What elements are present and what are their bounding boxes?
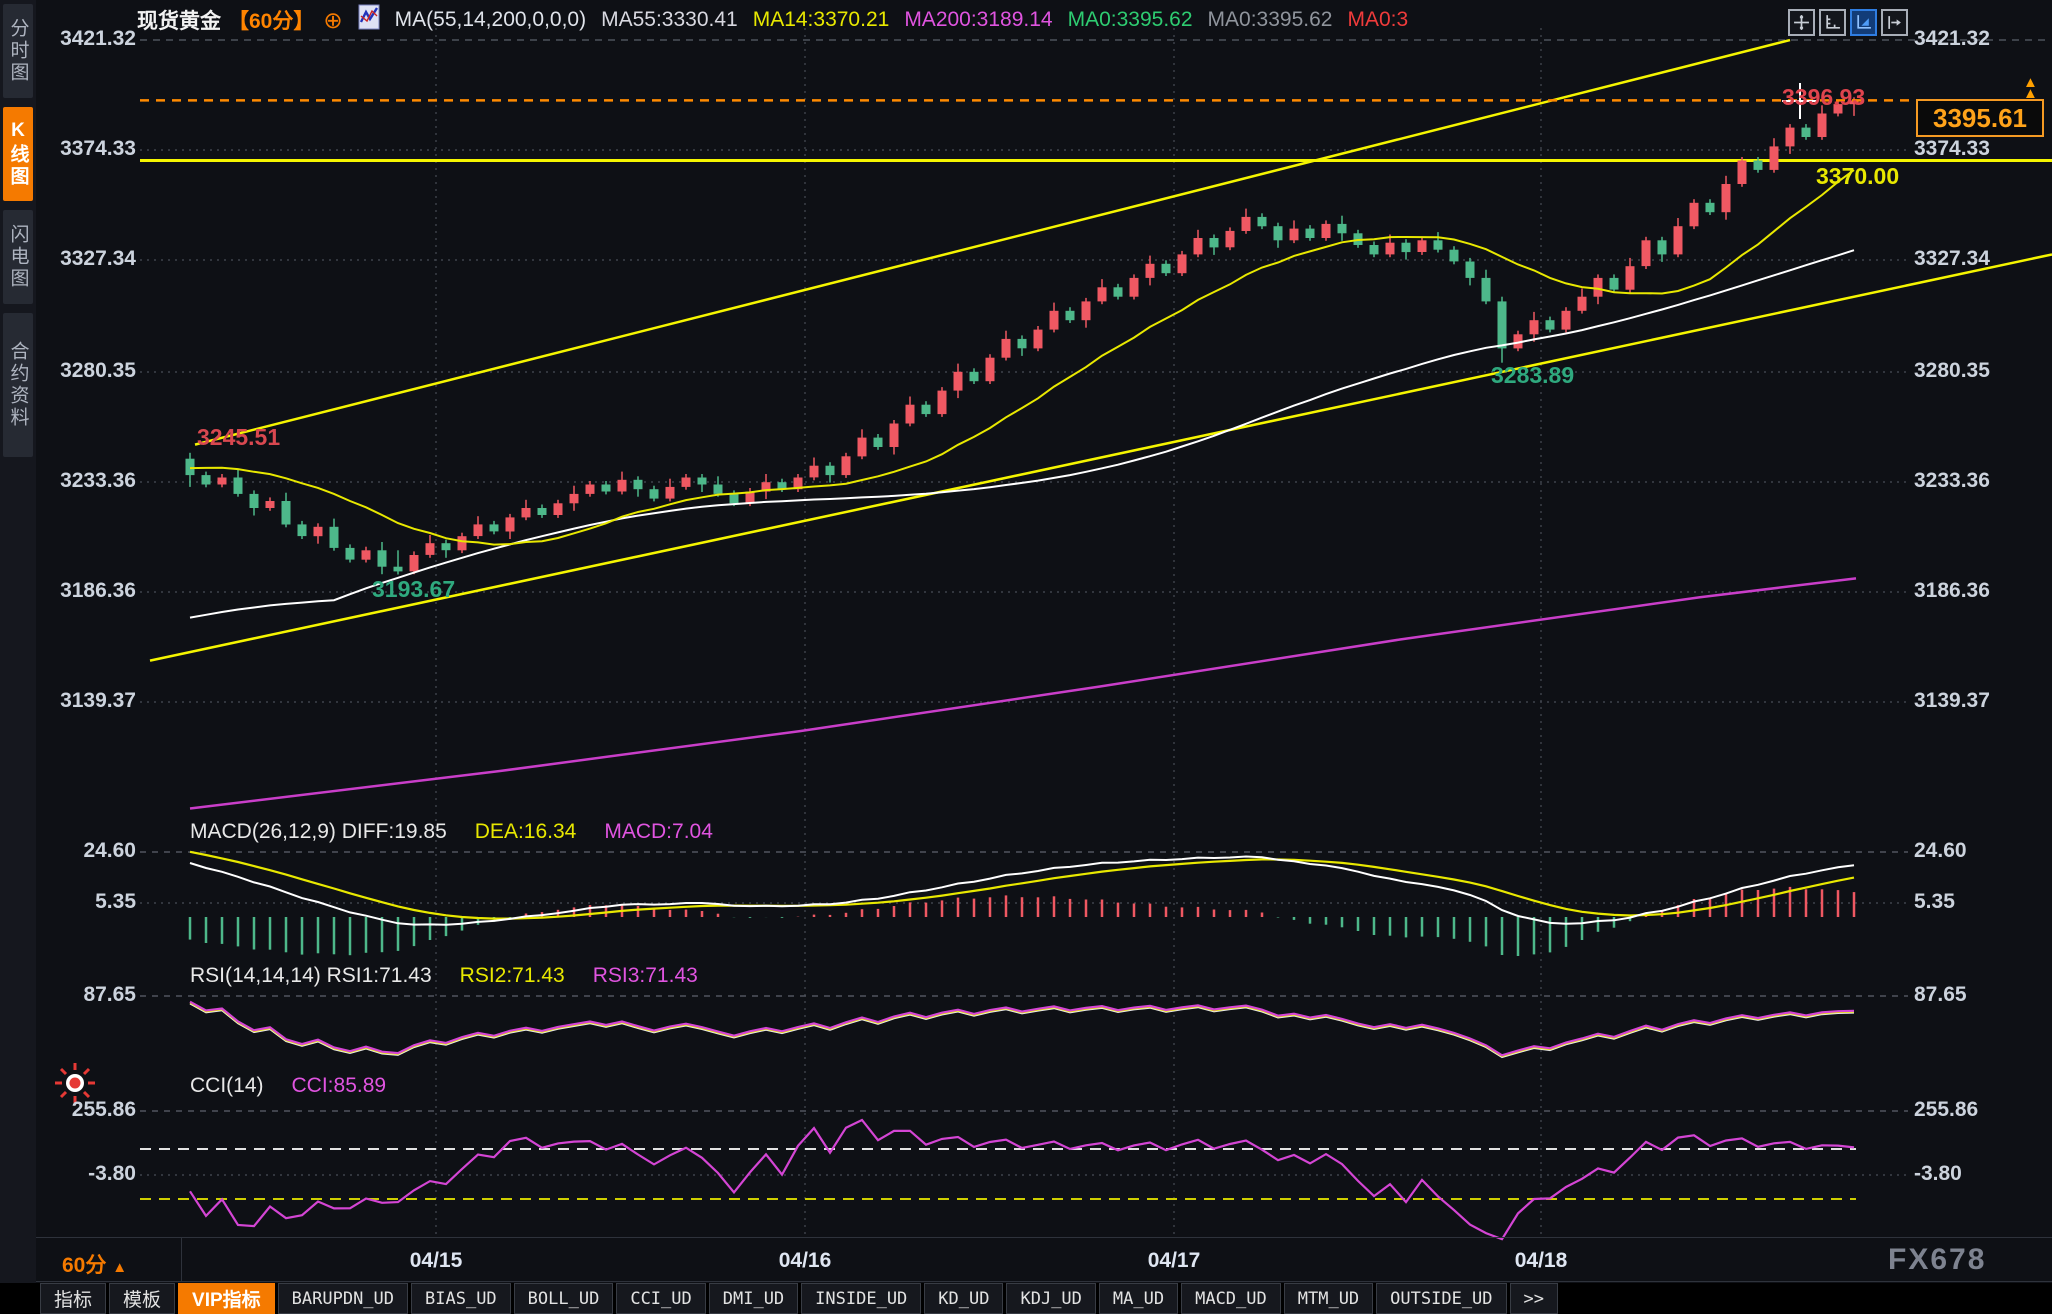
tab-indicators[interactable]: 指标 <box>40 1283 106 1314</box>
rsi-title: RSI(14,14,14) RSI1:71.43 <box>190 964 432 988</box>
axis-label: 3421.32 <box>38 27 136 51</box>
ma14-value: MA14:3370.21 <box>753 8 890 32</box>
axis-label: 3327.34 <box>1914 247 2034 271</box>
tab-templates[interactable]: 模板 <box>109 1283 175 1314</box>
axis-scale-icon[interactable] <box>1819 9 1846 36</box>
tab-kdj-ud[interactable]: KDJ_UD <box>1006 1283 1095 1314</box>
axis-label: 255.86 <box>38 1098 136 1122</box>
axis-label: 3186.36 <box>1914 579 2034 603</box>
tab-mtm-ud[interactable]: MTM_UD <box>1284 1283 1373 1314</box>
sidebar-item-label: K线图 <box>5 120 32 188</box>
axis-label: 3139.37 <box>1914 689 2034 713</box>
swing-low-bottom-label: 3193.67 <box>372 576 455 603</box>
macd-macd-value: MACD:7.04 <box>604 820 713 844</box>
axis-label: -3.80 <box>1914 1162 2034 1186</box>
axis-label: 3139.37 <box>38 689 136 713</box>
trading-app: 分时图 K线图 闪电图 合约资料 现货黄金 【60分】 ⊕ MA(55,14,2… <box>0 0 2052 1314</box>
date-label: 04/16 <box>760 1249 850 1273</box>
axis-label: 87.65 <box>1914 983 2034 1007</box>
tab-dmi-ud[interactable]: DMI_UD <box>709 1283 798 1314</box>
current-price-box: 3395.61 <box>1916 99 2044 137</box>
tab-kd-ud[interactable]: KD_UD <box>924 1283 1003 1314</box>
axis-label: 24.60 <box>1914 839 2034 863</box>
tab-more[interactable]: >> <box>1510 1283 1558 1314</box>
tab-ma-ud[interactable]: MA_UD <box>1099 1283 1178 1314</box>
ma0-value-gray: MA0:3395.62 <box>1208 8 1333 32</box>
sidebar-item-label: 分时图 <box>5 18 32 84</box>
macd-title: MACD(26,12,9) DIFF:19.85 <box>190 820 447 844</box>
tab-inside-ud[interactable]: INSIDE_UD <box>801 1283 921 1314</box>
axis-label: 3233.36 <box>38 469 136 493</box>
axis-label: 5.35 <box>1914 890 2034 914</box>
sidebar: 分时图 K线图 闪电图 合约资料 <box>0 0 36 1283</box>
axis-label: 3374.33 <box>1914 137 2034 161</box>
ma0-value-red: MA0:3 <box>1347 8 1408 32</box>
add-symbol-icon[interactable]: ⊕ <box>323 7 342 34</box>
tab-macd-ud[interactable]: MACD_UD <box>1181 1283 1281 1314</box>
symbol-title: 现货黄金 <box>137 5 221 35</box>
sidebar-item-label: 合约资料 <box>5 341 32 429</box>
sidebar-item-label: 闪电图 <box>5 224 32 290</box>
axis-label: 3186.36 <box>38 579 136 603</box>
axis-label: 87.65 <box>38 983 136 1007</box>
chart-canvas[interactable] <box>0 0 2052 1314</box>
tab-cci-ud[interactable]: CCI_UD <box>616 1283 705 1314</box>
chart-type-icon[interactable] <box>358 4 380 36</box>
axis-label: -3.80 <box>38 1162 136 1186</box>
swing-low-right-label: 3283.89 <box>1491 362 1574 389</box>
axis-label: 3374.33 <box>38 137 136 161</box>
sidebar-item-lightning-chart[interactable]: 闪电图 <box>3 210 33 304</box>
level-3370-label: 3370.00 <box>1816 163 1899 190</box>
swing-low-left-label: 3245.51 <box>197 424 280 451</box>
date-label: 04/18 <box>1496 1249 1586 1273</box>
date-label: 04/15 <box>391 1249 481 1273</box>
price-up-arrows-icon: ▲ ▲ <box>2023 77 2038 99</box>
date-label: 04/17 <box>1129 1249 1219 1273</box>
axis-label: 3280.35 <box>1914 359 2034 383</box>
tab-bias-ud[interactable]: BIAS_UD <box>411 1283 511 1314</box>
tab-barupdn-ud[interactable]: BARUPDN_UD <box>278 1283 408 1314</box>
period-dropdown-icon: ▲ <box>112 1259 127 1276</box>
axis-label: 3280.35 <box>38 359 136 383</box>
ma-settings-label[interactable]: MA(55,14,200,0,0,0) <box>395 8 586 32</box>
axis-label: 3421.32 <box>1914 27 2034 51</box>
axis-label: 255.86 <box>1914 1098 2034 1122</box>
sidebar-item-contract-info[interactable]: 合约资料 <box>3 313 33 457</box>
macd-dea-value: DEA:16.34 <box>475 820 577 844</box>
ma55-value: MA55:3330.41 <box>601 8 738 32</box>
ma0-value-green: MA0:3395.62 <box>1068 8 1193 32</box>
axis-label: 3233.36 <box>1914 469 2034 493</box>
ma200-value: MA200:3189.14 <box>904 8 1052 32</box>
current-price-value: 3395.61 <box>1933 103 2027 134</box>
tab-boll-ud[interactable]: BOLL_UD <box>514 1283 614 1314</box>
axis-label: 24.60 <box>38 839 136 863</box>
timeframe-label[interactable]: 【60分】 <box>228 5 314 35</box>
cci-value: CCI:85.89 <box>292 1074 387 1098</box>
auto-fit-icon[interactable] <box>1850 9 1877 36</box>
sidebar-item-time-chart[interactable]: 分时图 <box>3 4 33 98</box>
tab-outside-ud[interactable]: OUTSIDE_UD <box>1376 1283 1506 1314</box>
time-axis[interactable] <box>36 1237 2052 1282</box>
rsi-label-row: RSI(14,14,14) RSI1:71.43 RSI2:71.43 RSI3… <box>190 964 698 988</box>
chart-toolbar <box>1788 9 1908 36</box>
rsi2-value: RSI2:71.43 <box>460 964 565 988</box>
cci-title: CCI(14) <box>190 1074 264 1098</box>
axis-label: 5.35 <box>38 890 136 914</box>
watermark: FX678 <box>1888 1243 1986 1277</box>
chart-header: 现货黄金 【60分】 ⊕ MA(55,14,200,0,0,0) MA55:33… <box>137 5 1408 35</box>
shift-right-icon[interactable] <box>1881 9 1908 36</box>
cci-label-row: CCI(14) CCI:85.89 <box>190 1074 386 1098</box>
swing-high-label: 3396.93 <box>1782 84 1865 111</box>
pan-icon[interactable] <box>1788 9 1815 36</box>
macd-label-row: MACD(26,12,9) DIFF:19.85 DEA:16.34 MACD:… <box>190 820 713 844</box>
axis-label: 3327.34 <box>38 247 136 271</box>
tab-vip-indicators[interactable]: VIP指标 <box>178 1283 275 1314</box>
rsi3-value: RSI3:71.43 <box>593 964 698 988</box>
sidebar-item-kline-chart[interactable]: K线图 <box>3 107 33 201</box>
indicator-tab-bar: 指标 模板 VIP指标 BARUPDN_UD BIAS_UD BOLL_UD C… <box>0 1283 2052 1314</box>
period-label[interactable]: 60分 ▲ <box>62 1249 127 1279</box>
